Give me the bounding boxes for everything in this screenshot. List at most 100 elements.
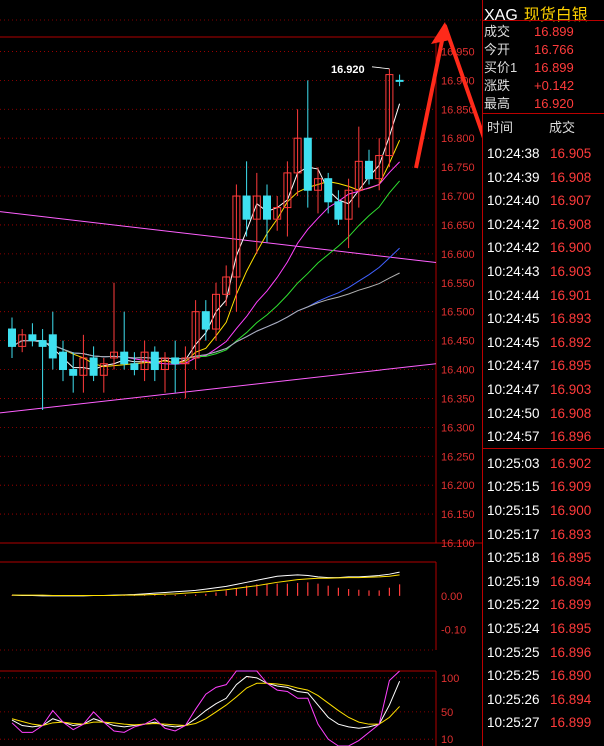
tick-row[interactable]: 10:25:22 16.899 bbox=[484, 593, 604, 616]
price-tick-label: 16.400 bbox=[441, 365, 475, 377]
quote-label: 成交 bbox=[484, 24, 511, 39]
tick-row[interactable]: 10:24:43 16.903 bbox=[484, 260, 604, 283]
instrument-code: XAG bbox=[484, 7, 518, 24]
high-annotation: 16.920 bbox=[331, 64, 390, 76]
tick-row[interactable]: 10:25:19 16.894 bbox=[484, 570, 604, 593]
tick-row[interactable]: 10:24:45 16.893 bbox=[484, 307, 604, 330]
quote-value: 16.899 bbox=[534, 24, 574, 39]
tick-time: 10:24:45 bbox=[487, 334, 540, 350]
candle-body bbox=[69, 369, 78, 376]
candlesticks[interactable] bbox=[8, 68, 404, 410]
macd-tick-label: -0.10 bbox=[441, 625, 466, 637]
tick-time: 10:25:15 bbox=[487, 503, 540, 518]
price-tick-label: 16.150 bbox=[441, 509, 475, 521]
candle-body bbox=[171, 357, 180, 365]
candle-body bbox=[365, 160, 373, 180]
tick-row[interactable]: 10:24:47 16.895 bbox=[484, 354, 604, 377]
tick-time: 10:24:47 bbox=[487, 382, 540, 397]
ticks-header-price: 成交 bbox=[549, 120, 576, 135]
tick-row[interactable]: 10:24:39 16.908 bbox=[484, 166, 604, 189]
kdj-tick-label: 50 bbox=[441, 707, 453, 719]
tick-row[interactable]: 10:24:38 16.905 bbox=[484, 142, 604, 165]
tick-time: 10:24:42 bbox=[487, 240, 540, 256]
tick-row[interactable]: 10:25:15 16.909 bbox=[484, 475, 604, 498]
tick-row[interactable]: 10:24:42 16.900 bbox=[484, 236, 604, 259]
tick-price: 16.892 bbox=[550, 334, 592, 350]
tick-row[interactable]: 10:25:17 16.893 bbox=[484, 523, 604, 546]
tick-row[interactable]: 10:25:24 16.895 bbox=[484, 617, 604, 640]
tick-price: 16.903 bbox=[550, 382, 592, 397]
tick-time: 10:24:57 bbox=[487, 429, 540, 445]
tick-time: 10:25:27 bbox=[487, 715, 540, 731]
tick-price: 16.895 bbox=[550, 358, 592, 374]
tick-price: 16.899 bbox=[550, 597, 592, 613]
tick-time: 10:25:17 bbox=[487, 526, 540, 542]
candle-body bbox=[130, 363, 139, 371]
price-tick-label: 16.500 bbox=[441, 307, 475, 319]
tick-time: 10:25:24 bbox=[487, 621, 540, 636]
kdj-tick-label: 10 bbox=[441, 734, 453, 746]
quote-value: 16.899 bbox=[534, 60, 574, 75]
price-tick-label: 16.950 bbox=[441, 46, 475, 58]
tick-time: 10:24:44 bbox=[487, 287, 540, 303]
tick-row[interactable]: 10:25:18 16.895 bbox=[484, 546, 604, 569]
tick-row[interactable]: 10:24:42 16.908 bbox=[484, 213, 604, 236]
price-tick-label: 16.800 bbox=[441, 133, 475, 145]
tick-price: 16.902 bbox=[550, 455, 592, 471]
tick-row[interactable]: 10:25:03 16.902 bbox=[484, 452, 604, 475]
quote-value: +0.142 bbox=[534, 78, 575, 93]
macd-panel[interactable]: 0.00 -0.10 bbox=[0, 561, 466, 651]
tick-price: 16.896 bbox=[550, 429, 592, 445]
tick-price: 16.893 bbox=[550, 311, 592, 327]
tick-price: 16.908 bbox=[550, 405, 592, 421]
trend-line bbox=[0, 363, 437, 414]
tick-row[interactable]: 10:24:47 16.903 bbox=[484, 378, 604, 401]
quote-label: 涨跌 bbox=[484, 78, 511, 93]
kdj-line bbox=[11, 670, 400, 746]
price-tick-label: 16.750 bbox=[441, 162, 475, 174]
tick-price: 16.894 bbox=[550, 691, 592, 707]
candle-body bbox=[395, 79, 404, 82]
candle-body bbox=[303, 137, 312, 191]
tick-time: 10:25:25 bbox=[487, 668, 540, 684]
instrument-name: 现货白银 bbox=[523, 7, 588, 24]
price-tick-label: 16.700 bbox=[441, 191, 475, 203]
tick-row[interactable]: 10:24:45 16.892 bbox=[484, 331, 604, 354]
quote-label: 最高 bbox=[484, 96, 511, 111]
tick-price: 16.907 bbox=[550, 193, 592, 209]
tick-row[interactable]: 10:24:44 16.901 bbox=[484, 284, 604, 307]
tick-row[interactable]: 10:25:25 16.890 bbox=[484, 664, 604, 687]
arrow-head bbox=[431, 22, 450, 44]
candle-body bbox=[120, 351, 129, 365]
tick-time: 10:25:22 bbox=[487, 597, 540, 613]
divider bbox=[482, 113, 604, 114]
tick-row[interactable]: 10:24:40 16.907 bbox=[484, 189, 604, 212]
tick-time: 10:25:18 bbox=[487, 550, 540, 566]
tick-row[interactable]: 10:25:25 16.896 bbox=[484, 641, 604, 664]
tick-time: 10:25:03 bbox=[487, 455, 540, 471]
candle-body bbox=[324, 178, 333, 203]
tick-price: 16.894 bbox=[550, 573, 592, 589]
candle-body bbox=[263, 195, 271, 220]
kdj-line bbox=[11, 682, 400, 727]
tick-price: 16.899 bbox=[550, 715, 592, 731]
tick-row[interactable]: 10:25:26 16.894 bbox=[484, 688, 604, 711]
tick-time: 10:24:45 bbox=[487, 311, 540, 327]
price-tick-label: 16.650 bbox=[441, 220, 475, 232]
trend-line bbox=[0, 211, 437, 264]
tick-price: 16.908 bbox=[550, 169, 592, 185]
tick-time: 10:25:19 bbox=[487, 573, 540, 589]
tick-row[interactable]: 10:24:57 16.896 bbox=[484, 425, 604, 448]
tick-price: 16.895 bbox=[550, 621, 592, 636]
tick-price: 16.893 bbox=[550, 526, 592, 542]
macd-line bbox=[12, 574, 400, 597]
tick-time: 10:25:15 bbox=[487, 479, 540, 495]
tick-row[interactable]: 10:25:15 16.900 bbox=[484, 499, 604, 522]
kdj-line bbox=[11, 675, 401, 729]
tick-time: 10:24:39 bbox=[487, 169, 540, 185]
macd-tick-label: 0.00 bbox=[441, 591, 462, 603]
tick-row[interactable]: 10:25:27 16.899 bbox=[484, 711, 604, 734]
tick-row[interactable]: 10:24:50 16.908 bbox=[484, 402, 604, 425]
trend-lines bbox=[0, 211, 437, 414]
kdj-panel[interactable]: 100 50 10 bbox=[0, 670, 459, 746]
